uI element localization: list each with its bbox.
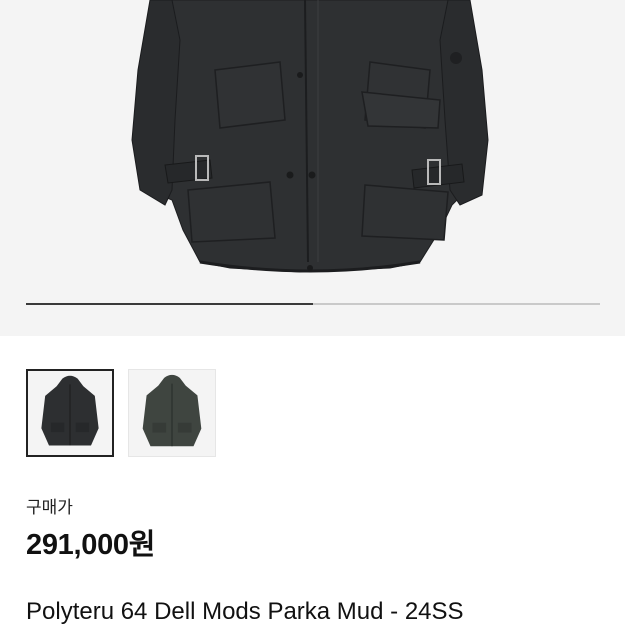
thumbnail-black[interactable] — [26, 369, 114, 457]
product-title: Polyteru 64 Dell Mods Parka Mud - 24SS — [26, 598, 464, 625]
image-progress-indicator — [26, 303, 313, 305]
thumbnail-olive-image — [129, 370, 215, 456]
price-value: 291,000원 — [26, 529, 156, 561]
product-image-gallery[interactable] — [0, 0, 625, 336]
thumbnail-olive[interactable] — [128, 369, 216, 457]
thumbnail-black-image — [28, 371, 112, 455]
price-label: 구매가 — [26, 498, 73, 517]
product-detail-page: 구매가 291,000원 Polyteru 64 Dell Mods Parka… — [0, 0, 625, 625]
product-main-image[interactable] — [0, 0, 625, 300]
image-progress-bar — [26, 303, 600, 305]
